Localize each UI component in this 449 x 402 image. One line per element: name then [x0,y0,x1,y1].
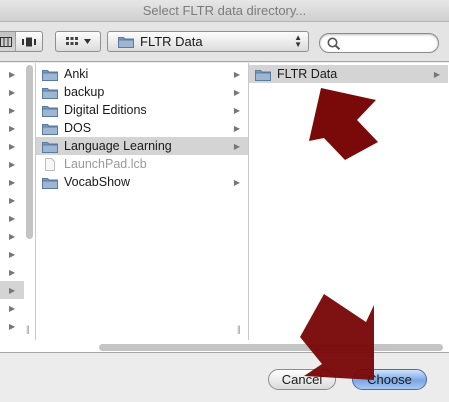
file-row[interactable]: VocabShow ▶ [36,173,248,191]
parent-column[interactable]: || ▶ ▶ ▶ ▶ ▶ ▶ ▶ ▶ ▶ ▶ ▶ ▶ ▶ ▶ ▶ [0,63,36,340]
parent-row-disclosure-icon[interactable]: ▶ [9,65,15,83]
location-label: FLTR Data [140,34,203,49]
vertical-scroller[interactable] [26,65,33,239]
folder-icon [42,104,58,117]
file-row[interactable]: LaunchPad.lcb [36,155,248,173]
folder-icon [42,177,58,189]
file-row[interactable]: Language Learning ▶ [36,137,248,155]
disclosure-arrow-icon: ▶ [233,87,240,97]
document-icon [45,157,55,171]
file-row[interactable]: backup ▶ [36,83,248,101]
search-field[interactable] [319,33,439,53]
coverflow-view-button[interactable] [16,32,42,51]
parent-row-disclosure-icon[interactable]: ▶ [9,83,15,101]
file-name: VocabShow [64,175,131,189]
arrange-menu-button[interactable] [55,31,101,52]
subfolder-column[interactable]: FLTR Data ▶ [249,63,449,340]
file-row[interactable]: DOS ▶ [36,119,248,137]
folder-column[interactable]: || Anki ▶ backup ▶ Digital Editions ▶ DOS ▶ Lang… [36,63,249,340]
parent-row-disclosure-icon[interactable]: ▶ [9,227,15,245]
parent-row-disclosure-icon[interactable]: ▶ [9,119,15,137]
disclosure-arrow-icon: ▶ [233,177,240,187]
parent-row-disclosure-icon[interactable]: ▶ [9,137,15,155]
parent-row-disclosure-icon[interactable]: ▶ [0,281,24,299]
folder-icon [42,123,58,135]
folder-icon [42,87,58,99]
disclosure-arrow-icon: ▶ [233,105,240,115]
horizontal-scroller[interactable] [99,344,443,351]
cancel-button[interactable]: Cancel [268,369,336,390]
choose-button[interactable]: Choose [352,369,427,390]
parent-row-disclosure-icon[interactable]: ▶ [9,299,15,317]
disclosure-arrow-icon: ▶ [233,69,240,79]
parent-row-disclosure-icon[interactable]: ▶ [9,173,15,191]
location-popup[interactable]: FLTR Data ▲ ▼ [107,31,309,52]
file-name: Language Learning [64,139,172,153]
file-name: backup [64,85,105,99]
file-row[interactable]: Digital Editions ▶ [36,101,248,119]
document-icon [42,157,58,171]
disclosure-arrow-icon: ▶ [233,141,240,151]
column-resize-handle[interactable]: || [237,324,241,334]
arrange-grid-icon [65,36,78,45]
search-input[interactable] [344,35,434,51]
file-name: Anki [64,67,89,81]
file-name: LaunchPad.lcb [64,157,147,171]
parent-row-disclosure-icon[interactable]: ▶ [9,155,15,173]
folder-icon [118,37,134,48]
file-name: FLTR Data [277,67,338,81]
parent-row-disclosure-icon[interactable]: ▶ [9,101,15,119]
column-resize-handle[interactable]: || [26,324,30,334]
folder-icon [42,141,58,153]
arrange-menu-content [56,32,100,51]
folder-icon [42,105,58,117]
file-row[interactable]: Anki ▶ [36,65,248,83]
search-icon [327,37,341,50]
folder-icon [42,69,58,81]
column-view-icon [0,36,13,47]
file-row[interactable]: FLTR Data ▶ [249,65,448,83]
disclosure-arrow-icon: ▶ [433,69,440,79]
coverflow-view-icon [22,37,37,46]
parent-row-disclosure-icon[interactable]: ▶ [9,191,15,209]
toolbar: FLTR Data ▲ ▼ [0,22,449,62]
file-name: DOS [64,121,92,135]
folder-icon [42,122,58,135]
chevron-down-icon [83,39,91,44]
parent-row-disclosure-icon[interactable]: ▶ [9,245,15,263]
folder-icon [255,68,271,81]
folder-icon [42,140,58,153]
disclosure-arrow-icon: ▶ [233,123,240,133]
window-title: Select FLTR data directory... [0,0,449,22]
column-browser[interactable]: || ▶ ▶ ▶ ▶ ▶ ▶ ▶ ▶ ▶ ▶ ▶ ▶ ▶ ▶ ▶ || Anki ▶ backup ▶ Digita… [0,63,449,353]
view-mode-segmented-control [0,31,43,52]
parent-row-disclosure-icon[interactable]: ▶ [9,317,15,335]
parent-row-disclosure-icon[interactable]: ▶ [9,209,15,227]
dialog-footer: Cancel Choose [0,354,449,402]
folder-icon [42,86,58,99]
folder-icon [255,69,271,81]
folder-icon [42,176,58,189]
file-name: Digital Editions [64,103,147,117]
column-view-button[interactable] [0,32,17,51]
folder-icon [42,68,58,81]
parent-row-disclosure-icon[interactable]: ▶ [9,263,15,281]
popup-updown-icon: ▲ ▼ [294,33,302,49]
